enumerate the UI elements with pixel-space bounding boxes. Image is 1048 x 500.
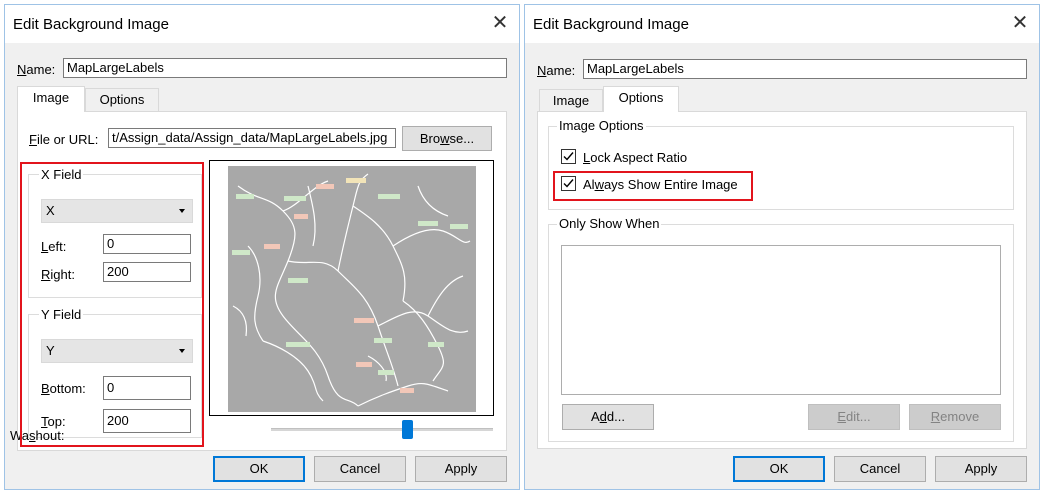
name-field[interactable]: MapLargeLabels (583, 59, 1027, 79)
browse-button[interactable]: Browse... (402, 126, 492, 151)
map-label (428, 342, 444, 347)
map-label (354, 318, 374, 323)
title-bar: Edit Background Image ✕ (5, 5, 519, 43)
cancel-button[interactable]: Cancel (834, 456, 926, 482)
tab-image[interactable]: Image (539, 89, 603, 113)
map-label (418, 221, 438, 226)
edit-button[interactable]: Edit... (808, 404, 900, 430)
washout-slider-track[interactable] (271, 428, 493, 431)
dialog-title: Edit Background Image (533, 16, 689, 33)
lock-aspect-ratio-label: Lock Aspect Ratio (583, 150, 688, 165)
map-label (374, 338, 392, 343)
washout-slider-thumb[interactable] (401, 420, 413, 439)
close-icon[interactable]: ✕ (1009, 13, 1031, 35)
lock-aspect-ratio-checkbox[interactable] (561, 149, 576, 164)
options-tab-panel: Image Options Lock Aspect Ratio Always S… (537, 111, 1027, 449)
name-field[interactable]: MapLargeLabels (63, 58, 507, 78)
map-label (346, 178, 366, 183)
map-label (264, 244, 280, 249)
map-label (356, 362, 372, 367)
file-or-url-label: File or URL: (29, 132, 99, 147)
map-rivers (232, 173, 471, 407)
map-label (378, 370, 394, 375)
name-label: Name: (537, 63, 576, 78)
only-show-when-title: Only Show When (557, 216, 662, 231)
map-label (450, 224, 468, 229)
add-button[interactable]: Add... (562, 404, 654, 430)
dialog-title: Edit Background Image (13, 16, 169, 33)
name-label: Name: (17, 62, 56, 77)
map-label (236, 194, 254, 199)
map-label (400, 388, 414, 393)
map-label (232, 250, 250, 255)
checkmark-icon (563, 152, 574, 161)
tab-options[interactable]: Options (85, 88, 159, 112)
apply-button[interactable]: Apply (935, 456, 1027, 482)
remove-button[interactable]: Remove (909, 404, 1001, 430)
title-bar: Edit Background Image ✕ (525, 5, 1039, 43)
cancel-button[interactable]: Cancel (314, 456, 406, 482)
ok-button[interactable]: OK (213, 456, 305, 482)
image-options-title: Image Options (557, 118, 646, 133)
conditions-list[interactable] (561, 245, 1001, 395)
apply-button[interactable]: Apply (415, 456, 507, 482)
map-label (288, 278, 308, 283)
edit-background-image-dialog-image-tab: Edit Background Image ✕ Name: MapLargeLa… (4, 4, 520, 490)
highlight-box-fields (20, 162, 204, 447)
map-label (286, 342, 310, 347)
ok-button[interactable]: OK (733, 456, 825, 482)
map-label (284, 196, 306, 201)
close-icon[interactable]: ✕ (489, 13, 511, 35)
tab-image[interactable]: Image (17, 86, 85, 112)
file-or-url-field[interactable]: t/Assign_data/Assign_data/MapLargeLabels… (108, 128, 396, 148)
map-label (378, 194, 400, 199)
only-show-when-group: Only Show When Add... Edit... Remove (548, 216, 1014, 442)
tab-options[interactable]: Options (603, 86, 679, 112)
image-preview (209, 160, 494, 416)
highlight-box-always-show (553, 171, 753, 201)
edit-background-image-dialog-options-tab: Edit Background Image ✕ Name: MapLargeLa… (524, 4, 1040, 490)
map-label (294, 214, 308, 219)
map-image (228, 166, 476, 412)
map-label (316, 184, 334, 189)
